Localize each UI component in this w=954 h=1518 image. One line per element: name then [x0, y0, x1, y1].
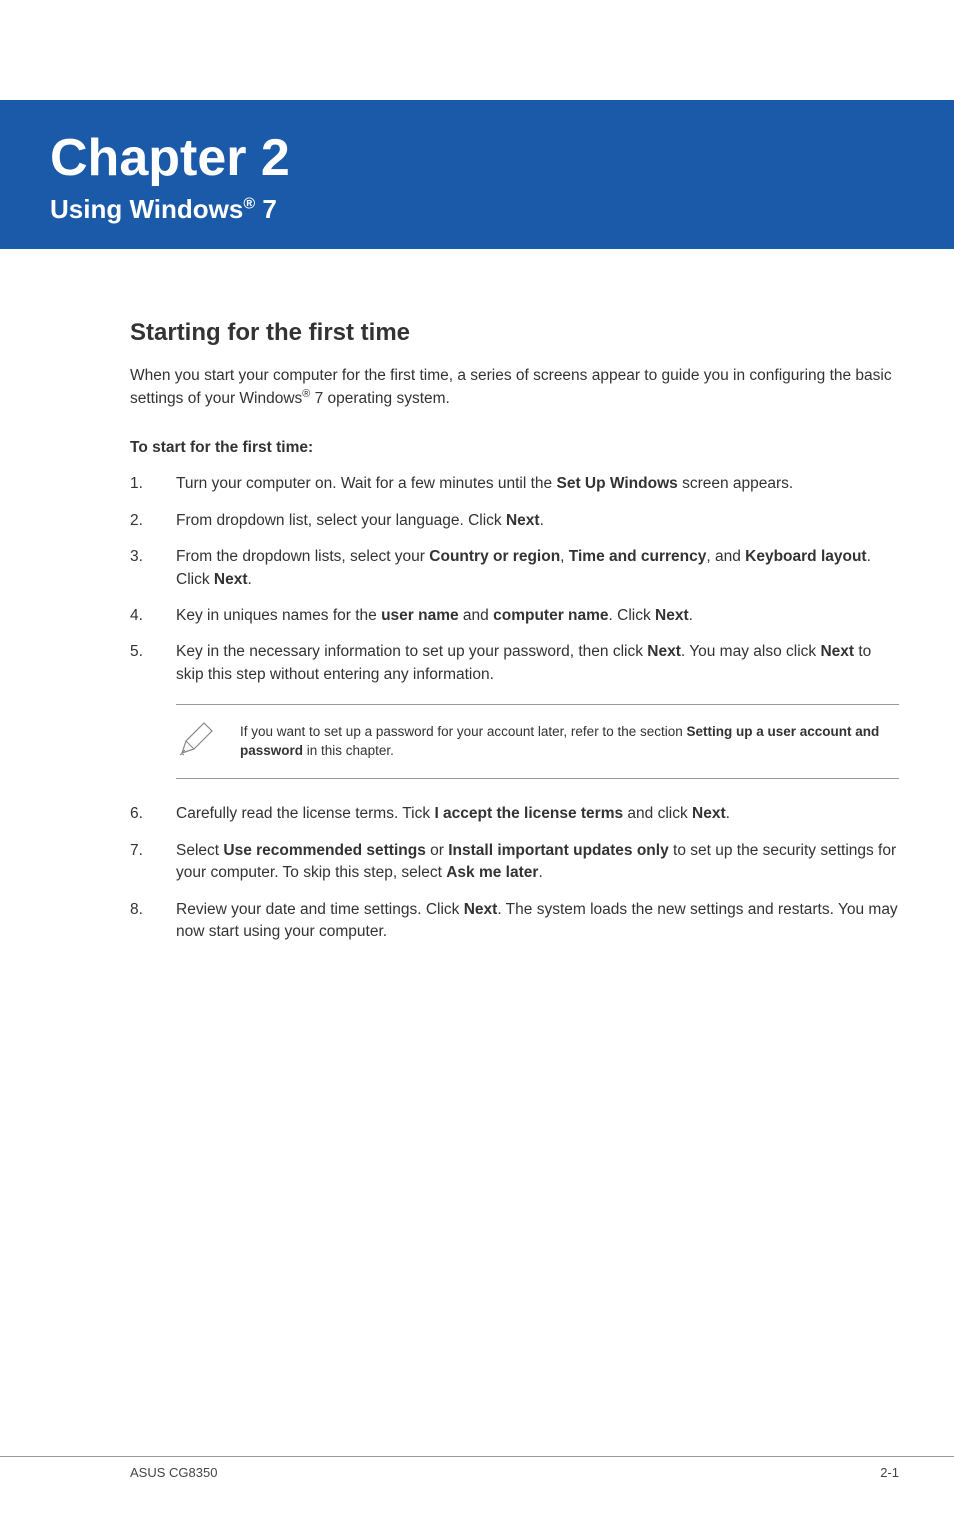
- step-text: From the dropdown lists, select your: [176, 548, 429, 565]
- step-text: screen appears.: [678, 475, 793, 492]
- step-text: . Click: [609, 607, 656, 624]
- step-text: Key in uniques names for the: [176, 607, 381, 624]
- step-bold: Country or region: [429, 548, 560, 565]
- steps-list: Turn your computer on. Wait for a few mi…: [130, 473, 899, 686]
- step-text: .: [540, 512, 544, 529]
- step-item: Turn your computer on. Wait for a few mi…: [130, 473, 899, 495]
- page-content: Starting for the first time When you sta…: [0, 249, 954, 944]
- section-heading: Starting for the first time: [130, 319, 899, 347]
- page-footer: ASUS CG8350 2-1: [0, 1456, 954, 1480]
- note-block: If you want to set up a password for you…: [176, 704, 899, 779]
- step-text: Turn your computer on. Wait for a few mi…: [176, 475, 556, 492]
- chapter-subtitle: Using Windows® 7: [50, 194, 954, 225]
- footer-page-number: 2-1: [880, 1465, 899, 1480]
- step-bold: Set Up Windows: [556, 475, 677, 492]
- step-text: Key in the necessary information to set …: [176, 643, 647, 660]
- note-text: If you want to set up a password for you…: [240, 723, 893, 761]
- step-bold: Install important updates only: [448, 842, 668, 859]
- step-text: and: [459, 607, 493, 624]
- subtitle-prefix: Using Windows: [50, 194, 243, 224]
- step-text: .: [726, 805, 730, 822]
- registered-mark-icon: ®: [243, 195, 255, 212]
- step-text: , and: [706, 548, 745, 565]
- step-text: .: [689, 607, 693, 624]
- chapter-banner: Chapter 2 Using Windows® 7: [0, 100, 954, 249]
- step-bold: Use recommended settings: [223, 842, 425, 859]
- step-bold: Next: [692, 805, 726, 822]
- step-bold: I accept the license terms: [434, 805, 623, 822]
- step-item: Review your date and time settings. Clic…: [130, 899, 899, 944]
- step-bold: Ask me later: [446, 864, 538, 881]
- step-bold: Keyboard layout: [745, 548, 866, 565]
- step-text: . You may also click: [681, 643, 821, 660]
- chapter-title: Chapter 2: [50, 128, 954, 188]
- step-text: ,: [560, 548, 569, 565]
- step-bold: Next: [214, 571, 248, 588]
- step-bold: Next: [655, 607, 689, 624]
- step-text: .: [538, 864, 542, 881]
- step-bold: user name: [381, 607, 459, 624]
- step-bold: computer name: [493, 607, 608, 624]
- step-bold: Time and currency: [569, 548, 707, 565]
- footer-product: ASUS CG8350: [130, 1465, 217, 1480]
- steps-subheading: To start for the first time:: [130, 439, 899, 457]
- subtitle-suffix: 7: [255, 194, 277, 224]
- step-text: Select: [176, 842, 223, 859]
- step-text: From dropdown list, select your language…: [176, 512, 506, 529]
- intro-text-a: When you start your computer for the fir…: [130, 367, 892, 408]
- steps-list-continued: Carefully read the license terms. Tick I…: [130, 803, 899, 943]
- intro-paragraph: When you start your computer for the fir…: [130, 365, 899, 411]
- note-text-c: in this chapter.: [303, 743, 394, 758]
- step-item: Key in the necessary information to set …: [130, 641, 899, 686]
- step-item: Key in uniques names for the user name a…: [130, 605, 899, 627]
- step-text: and click: [623, 805, 692, 822]
- step-bold: Next: [506, 512, 540, 529]
- step-item: From the dropdown lists, select your Cou…: [130, 546, 899, 591]
- step-bold: Next: [647, 643, 681, 660]
- pencil-icon: [176, 719, 216, 764]
- step-bold: Next: [820, 643, 854, 660]
- step-item: Select Use recommended settings or Insta…: [130, 840, 899, 885]
- step-text: or: [426, 842, 448, 859]
- step-text: .: [248, 571, 252, 588]
- step-text: Carefully read the license terms. Tick: [176, 805, 434, 822]
- step-bold: Next: [464, 901, 498, 918]
- step-item: From dropdown list, select your language…: [130, 510, 899, 532]
- note-text-a: If you want to set up a password for you…: [240, 724, 687, 739]
- step-text: Review your date and time settings. Clic…: [176, 901, 464, 918]
- intro-text-b: 7 operating system.: [310, 391, 450, 408]
- step-item: Carefully read the license terms. Tick I…: [130, 803, 899, 825]
